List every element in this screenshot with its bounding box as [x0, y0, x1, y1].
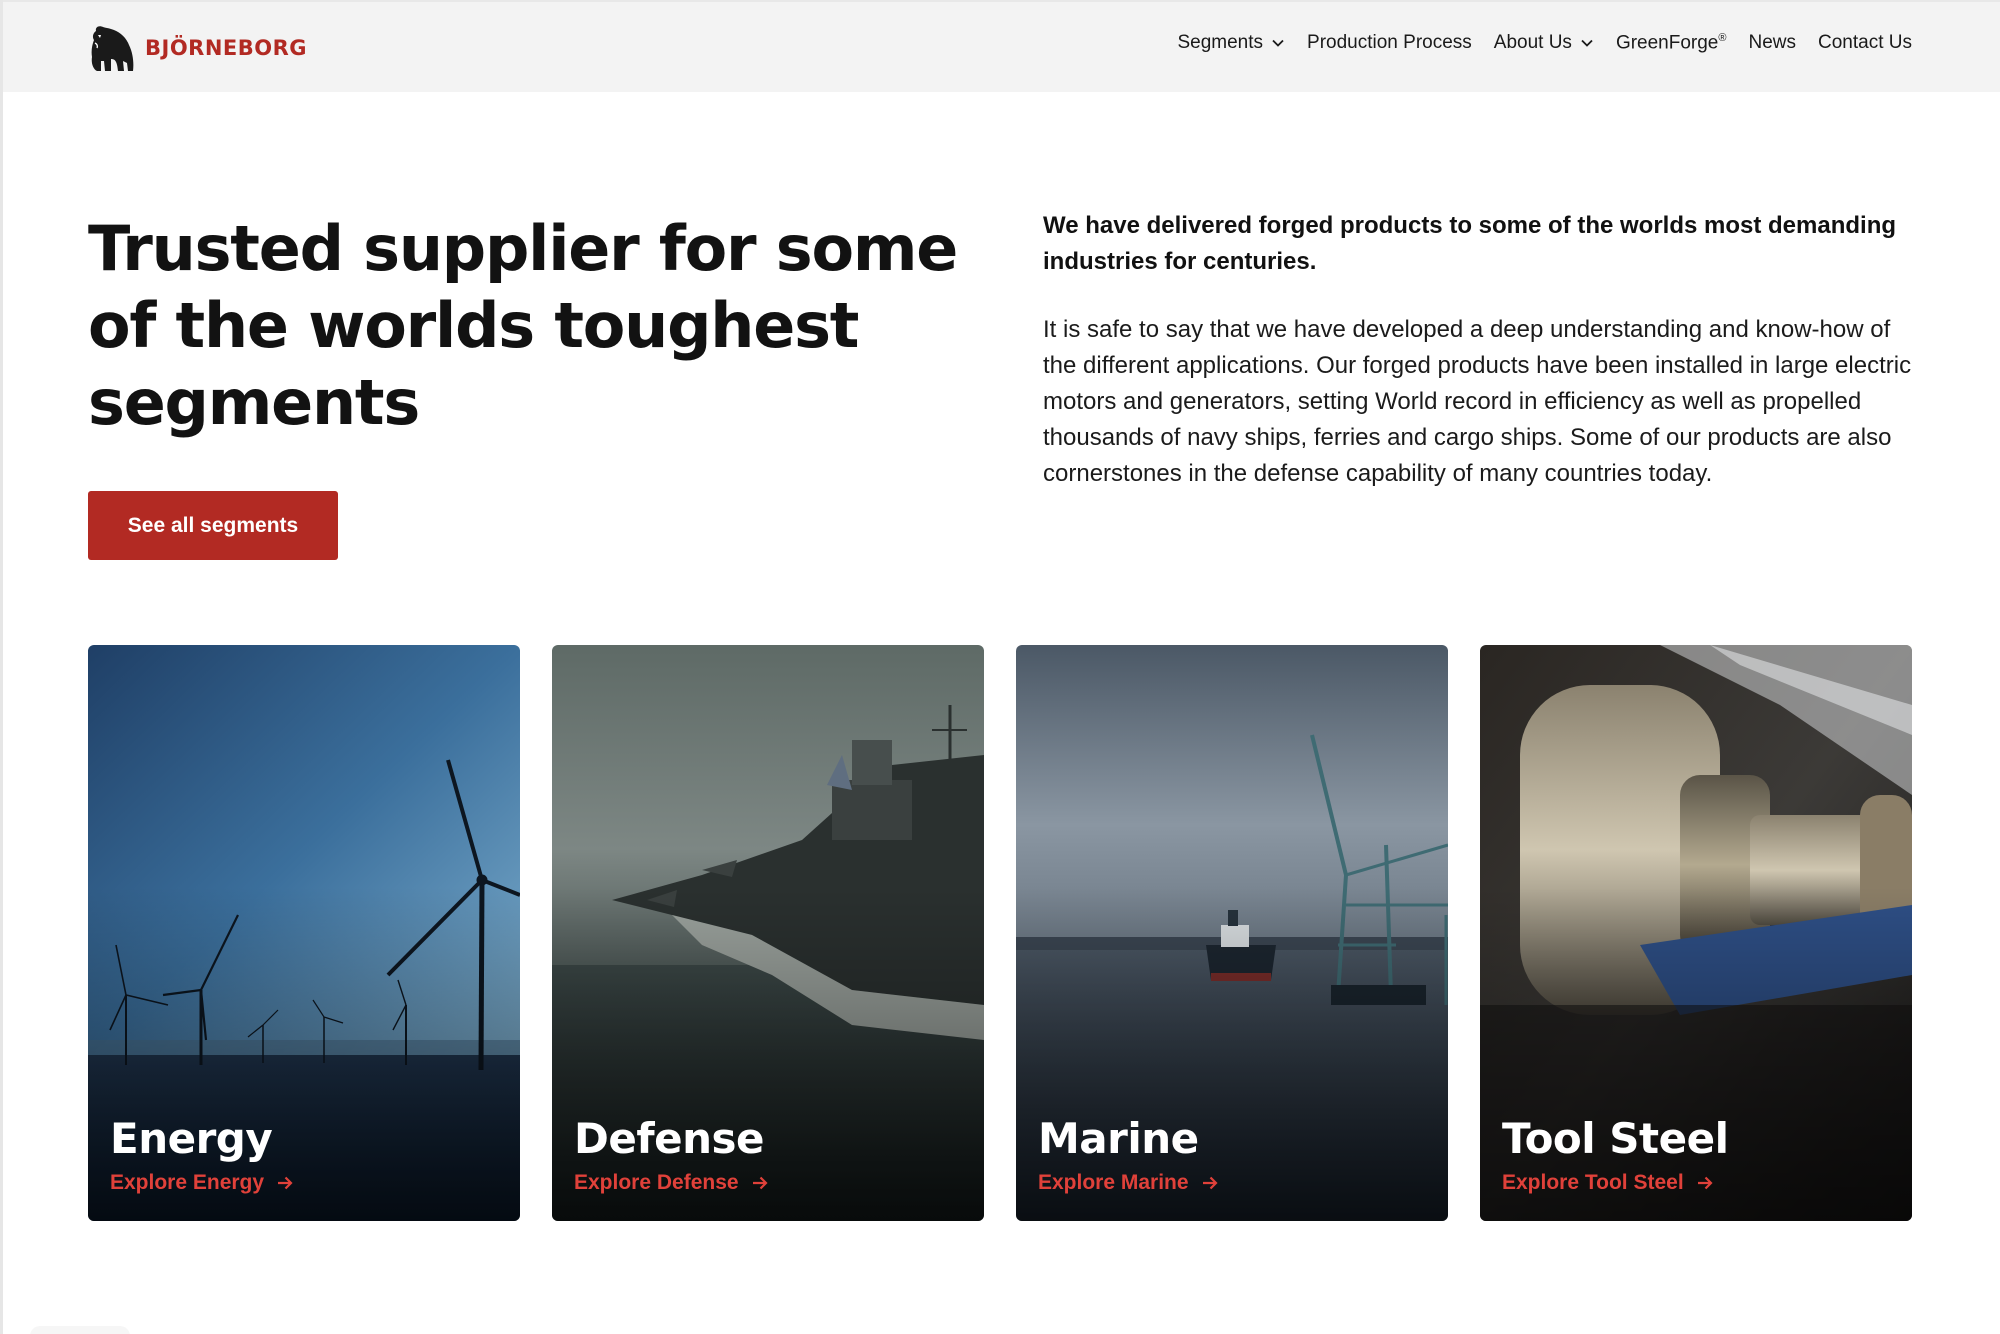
main-nav: Segments Production Process About Us Gre…	[1177, 32, 1912, 54]
chevron-down-icon	[1272, 40, 1284, 47]
brand-logo[interactable]: BJÖRNEBORG	[89, 22, 307, 74]
segment-link-label: Explore Tool Steel	[1502, 1171, 1684, 1194]
nav-item-label: About Us	[1493, 32, 1572, 54]
nav-item-label: GreenForge®	[1616, 32, 1727, 54]
segment-card-energy[interactable]: Energy Explore Energy	[88, 645, 520, 1221]
nav-item-label: Production Process	[1307, 32, 1472, 54]
segment-title: Tool Steel	[1502, 1114, 1729, 1163]
intro-lead: We have delivered forged products to som…	[1043, 212, 1897, 275]
cookie-settings-tab[interactable]	[30, 1326, 130, 1334]
nav-item-segments[interactable]: Segments	[1177, 32, 1285, 54]
nav-item-contact-us[interactable]: Contact Us	[1818, 32, 1912, 54]
segment-card-tool-steel[interactable]: Tool Steel Explore Tool Steel	[1480, 645, 1912, 1221]
nav-item-label: Contact Us	[1818, 32, 1912, 54]
explore-defense-link[interactable]: Explore Defense	[574, 1171, 769, 1195]
intro-body: It is safe to say that we have developed…	[1043, 316, 1912, 487]
segment-grid: Energy Explore Energy Defense Explore De…	[88, 645, 1912, 1221]
nav-item-about-us[interactable]: About Us	[1494, 32, 1594, 54]
arrow-right-icon	[752, 1176, 768, 1190]
arrow-right-icon	[1697, 1176, 1713, 1190]
arrow-right-icon	[1202, 1176, 1218, 1190]
chevron-down-icon	[1581, 40, 1593, 47]
nav-item-production-process[interactable]: Production Process	[1307, 32, 1472, 54]
explore-marine-link[interactable]: Explore Marine	[1038, 1171, 1219, 1195]
nav-item-text: GreenForge	[1615, 32, 1719, 54]
segment-card-marine[interactable]: Marine Explore Marine	[1016, 645, 1448, 1221]
see-all-segments-button[interactable]: See all segments	[88, 491, 338, 560]
segment-title: Defense	[574, 1114, 765, 1163]
segment-link-label: Explore Marine	[1038, 1171, 1189, 1194]
segment-title: Energy	[110, 1114, 273, 1163]
bear-logo-icon	[91, 26, 134, 71]
segment-link-label: Explore Energy	[110, 1171, 265, 1194]
explore-energy-link[interactable]: Explore Energy	[110, 1171, 294, 1195]
segment-title: Marine	[1038, 1114, 1199, 1163]
hero-title: Trusted supplier for some of the worlds …	[88, 212, 958, 439]
registered-mark: ®	[1718, 32, 1727, 44]
arrow-right-icon	[278, 1176, 293, 1190]
brand-name: BJÖRNEBORG	[145, 36, 308, 60]
explore-tool-steel-link[interactable]: Explore Tool Steel	[1502, 1171, 1714, 1195]
site-header: BJÖRNEBORG Segments Production Process A…	[3, 0, 2000, 92]
segment-link-label: Explore Defense	[574, 1171, 739, 1194]
nav-item-greenforge[interactable]: GreenForge®	[1616, 32, 1727, 54]
segment-card-defense[interactable]: Defense Explore Defense	[552, 645, 984, 1221]
nav-item-label: Segments	[1177, 32, 1264, 54]
nav-item-label: News	[1748, 32, 1797, 54]
nav-item-news[interactable]: News	[1749, 32, 1797, 54]
